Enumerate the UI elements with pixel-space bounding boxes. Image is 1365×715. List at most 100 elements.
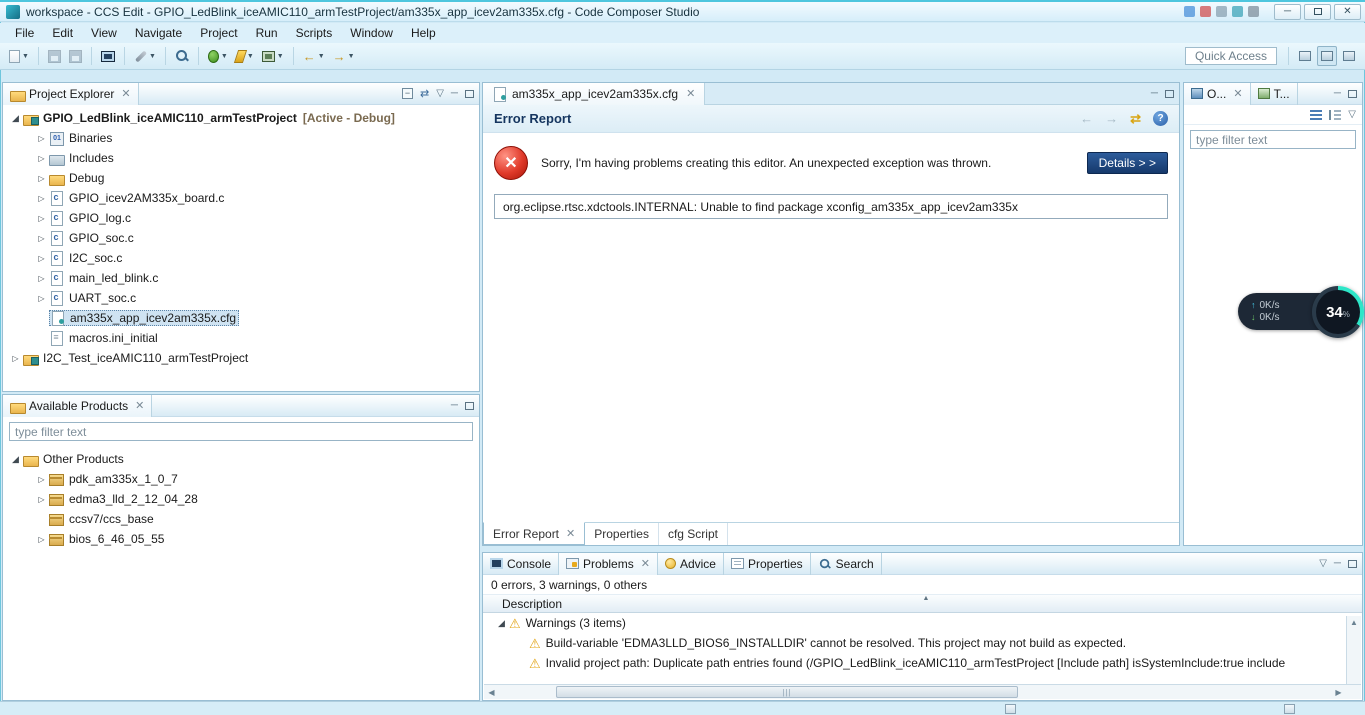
maximize-view-icon[interactable] (1165, 89, 1174, 98)
vertical-scrollbar[interactable]: ▲ (1346, 616, 1361, 684)
minimize-view-icon[interactable]: ─ (451, 88, 458, 99)
editor-tab-cfg[interactable]: am335x_app_icev2am335x.cfg ✕ (483, 82, 706, 105)
menu-project[interactable]: Project (191, 24, 246, 42)
expand-icon[interactable]: ▷ (34, 294, 49, 303)
view-menu-icon[interactable]: ▽ (436, 88, 444, 99)
ime-indicators[interactable] (1184, 6, 1259, 17)
status-misc-icon[interactable] (1284, 704, 1295, 714)
console-icon[interactable] (98, 45, 118, 67)
ccs-edit-perspective-icon[interactable] (1317, 46, 1337, 66)
open-perspective-icon[interactable] (1295, 46, 1315, 66)
close-icon[interactable]: ✕ (1233, 87, 1242, 100)
expand-icon[interactable]: ▷ (8, 354, 23, 363)
expand-icon[interactable]: ◢ (8, 113, 23, 124)
expand-icon[interactable]: ▷ (34, 154, 49, 163)
back-nav-icon[interactable]: ← ▼ (300, 45, 328, 67)
menu-view[interactable]: View (82, 24, 126, 42)
expand-icon[interactable]: ▷ (34, 254, 49, 263)
ime-keyboard-icon[interactable] (1216, 6, 1227, 17)
tree-row-debug[interactable]: ▷ Debug (3, 168, 479, 188)
tree-row-cfg-selected[interactable]: am335x_app_icev2am335x.cfg (3, 308, 479, 328)
tree-row-product[interactable]: ▷ edma3_lld_2_12_04_28 (3, 489, 479, 509)
tree-row-includes[interactable]: ▷ Includes (3, 148, 479, 168)
products-filter-input[interactable] (9, 422, 473, 441)
tab-error-report[interactable]: Error Report ✕ (483, 522, 586, 545)
scroll-right-icon[interactable]: ▶ (1331, 685, 1346, 699)
expand-icon[interactable]: ▷ (34, 475, 49, 484)
maximize-view-icon[interactable] (1348, 89, 1357, 98)
refresh-icon[interactable]: ⇄ (1130, 111, 1141, 127)
menu-navigate[interactable]: Navigate (126, 24, 191, 42)
target-chip-icon[interactable]: ▼ (259, 45, 287, 67)
minimize-view-icon[interactable]: ─ (451, 400, 458, 411)
minimize-view-icon[interactable]: ─ (1334, 558, 1341, 569)
exception-text-box[interactable]: org.eclipse.rtsc.xdctools.INTERNAL: Unab… (494, 194, 1168, 219)
ccs-debug-perspective-icon[interactable] (1339, 46, 1359, 66)
save-icon[interactable] (45, 45, 64, 67)
collapse-all-icon[interactable]: − (401, 88, 413, 99)
minimize-button[interactable]: ─ (1274, 3, 1301, 20)
tree-row-product[interactable]: ▷ bios_6_46_05_55 (3, 529, 479, 549)
tab-properties[interactable]: Properties (585, 523, 659, 545)
forward-icon[interactable]: → (1105, 111, 1118, 126)
tab-advice[interactable]: Advice (658, 552, 724, 575)
flash-icon[interactable]: ▼ (233, 45, 257, 67)
tree-row-product[interactable]: ccsv7/ccs_base (3, 509, 479, 529)
maximize-view-icon[interactable] (465, 89, 474, 98)
forward-nav-icon[interactable]: → ▼ (330, 45, 358, 67)
maximize-view-icon[interactable] (1348, 559, 1357, 568)
menu-help[interactable]: Help (402, 24, 445, 42)
tree-row-c-file[interactable]: ▷ main_led_blink.c (3, 268, 479, 288)
ime-lang-icon[interactable] (1184, 6, 1195, 17)
expand-icon[interactable]: ▷ (34, 274, 49, 283)
menu-window[interactable]: Window (341, 24, 402, 42)
expand-icon[interactable]: ▷ (34, 214, 49, 223)
quick-access[interactable]: Quick Access (1184, 47, 1277, 65)
scroll-left-icon[interactable]: ◀ (484, 685, 499, 699)
maximize-view-icon[interactable] (465, 401, 474, 410)
tab-cfg-script[interactable]: cfg Script (659, 523, 728, 545)
menu-edit[interactable]: Edit (43, 24, 82, 42)
new-dropdown-icon[interactable]: ▼ (6, 45, 32, 67)
debug-icon[interactable]: ▼ (205, 45, 231, 67)
expand-icon[interactable]: ▷ (34, 174, 49, 183)
selected-item[interactable]: am335x_app_icev2am335x.cfg (49, 310, 240, 326)
tree-row-c-file[interactable]: ▷ GPIO_log.c (3, 208, 479, 228)
tree-mode-icon[interactable] (1329, 109, 1342, 120)
sort-list-icon[interactable] (1310, 109, 1323, 120)
view-menu-icon[interactable]: ▽ (1319, 558, 1327, 569)
status-edit-icon[interactable] (1005, 704, 1016, 714)
scrollbar-thumb[interactable]: ||| (556, 686, 1018, 698)
close-icon[interactable]: ✕ (135, 399, 144, 412)
warning-row[interactable]: ⚠ Build-variable 'EDMA3LLD_BIOS6_INSTALL… (483, 633, 1362, 653)
warnings-group-row[interactable]: ◢ ⚠ Warnings (3 items) (483, 613, 1362, 633)
warning-row[interactable]: ⚠ Invalid project path: Duplicate path e… (483, 653, 1362, 673)
view-menu-icon[interactable]: ▽ (1348, 109, 1356, 120)
ime-settings-icon[interactable] (1248, 6, 1259, 17)
close-icon[interactable]: ✕ (566, 527, 575, 540)
tree-row-product[interactable]: ▷ pdk_am335x_1_0_7 (3, 469, 479, 489)
expand-icon[interactable]: ◢ (8, 454, 23, 465)
link-with-editor-icon[interactable]: ⇄ (420, 87, 429, 100)
right-filter-input[interactable] (1190, 130, 1356, 149)
details-button[interactable]: Details > > (1086, 152, 1168, 174)
ime-tool-icon[interactable] (1232, 6, 1243, 17)
tree-row-second-project[interactable]: ▷ I2C_Test_iceAMIC110_armTestProject (3, 348, 479, 368)
tab-search[interactable]: Search (811, 552, 882, 575)
back-icon[interactable]: ← (1080, 111, 1093, 126)
expand-icon[interactable]: ◢ (494, 618, 509, 629)
tab-target-configurations[interactable]: T... (1251, 82, 1298, 105)
maximize-button[interactable] (1304, 3, 1331, 20)
minimize-view-icon[interactable]: ─ (1334, 88, 1341, 99)
ime-mode-icon[interactable] (1200, 6, 1211, 17)
save-all-icon[interactable] (66, 45, 85, 67)
expand-icon[interactable]: ▷ (34, 194, 49, 203)
tab-problems[interactable]: Problems ✕ (559, 552, 658, 575)
tree-row-ini[interactable]: macros.ini_initial (3, 328, 479, 348)
search-icon[interactable] (172, 45, 192, 67)
network-monitor-overlay[interactable]: ↑ 0K/s ↓ 0K/s 34% (1238, 286, 1365, 338)
menu-file[interactable]: File (6, 24, 43, 42)
close-icon[interactable]: ✕ (641, 557, 650, 570)
close-icon[interactable]: ✕ (121, 87, 130, 100)
close-icon[interactable]: ✕ (686, 87, 695, 100)
